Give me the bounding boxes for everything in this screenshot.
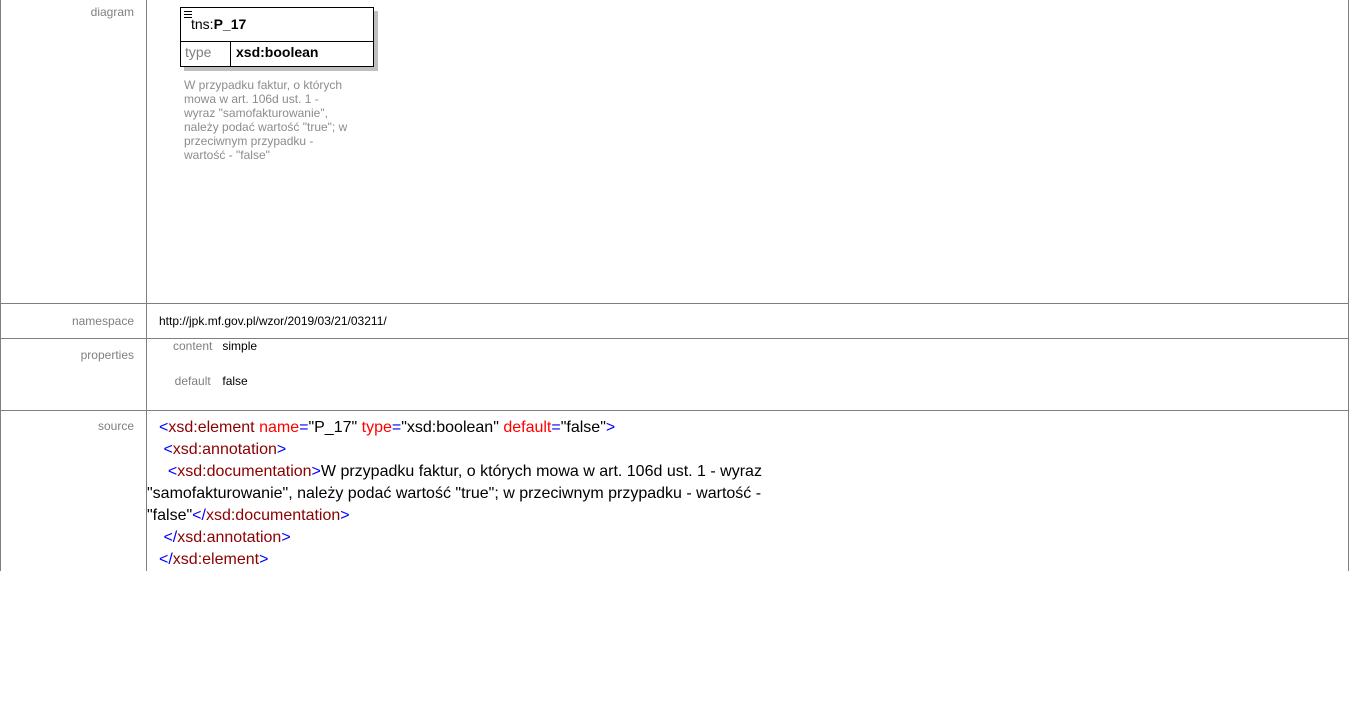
element-divider (181, 41, 373, 42)
schema-doc-table: diagram tns:P_17 type xsd:boolean W przy… (0, 0, 1349, 571)
properties-table: content simple default false (173, 340, 257, 410)
element-title: tns:P_17 (191, 16, 246, 32)
property-key: default (174, 374, 211, 388)
source-row: source <xsd:element name="P_17" type="xs… (0, 410, 1349, 571)
diagram-area: tns:P_17 type xsd:boolean W przypadku fa… (147, 0, 1348, 303)
diagram-row: diagram tns:P_17 type xsd:boolean W przy… (0, 0, 1349, 304)
diagram-label: diagram (0, 0, 147, 304)
source-line: <xsd:documentation>W przypadku faktur, o… (167, 463, 762, 480)
element-name: P_17 (213, 16, 247, 32)
element-prefix: tns: (191, 16, 214, 32)
properties-row: properties content simple default false (0, 338, 1349, 411)
documentation-note: W przypadku faktur, o których mowa w art… (184, 78, 348, 162)
source-label: source (0, 410, 147, 571)
property-row: default false (173, 375, 257, 410)
source-line: </xsd:element> (159, 551, 269, 568)
source-code: <xsd:element name="P_17" type="xsd:boole… (147, 411, 1348, 571)
source-line: "false"</xsd:documentation> (147, 507, 350, 524)
source-line: </xsd:annotation> (163, 529, 291, 546)
namespace-label: namespace (0, 303, 147, 339)
property-value: false (222, 374, 248, 388)
element-box[interactable]: tns:P_17 type xsd:boolean (180, 7, 374, 67)
source-line: <xsd:element name="P_17" type="xsd:boole… (159, 419, 616, 436)
namespace-value: http://jpk.mf.gov.pl/wzor/2019/03/21/032… (159, 314, 387, 328)
type-separator (230, 41, 231, 66)
property-row: content simple (173, 340, 257, 375)
property-key: content (173, 339, 213, 353)
type-value: xsd:boolean (236, 44, 319, 60)
type-key: type (185, 44, 212, 60)
property-value: simple (222, 339, 258, 353)
namespace-row: namespace http://jpk.mf.gov.pl/wzor/2019… (0, 303, 1349, 339)
source-line: "samofakturowanie", należy podać wartość… (147, 485, 762, 502)
source-line: <xsd:annotation> (163, 441, 287, 458)
properties-label: properties (0, 338, 147, 411)
